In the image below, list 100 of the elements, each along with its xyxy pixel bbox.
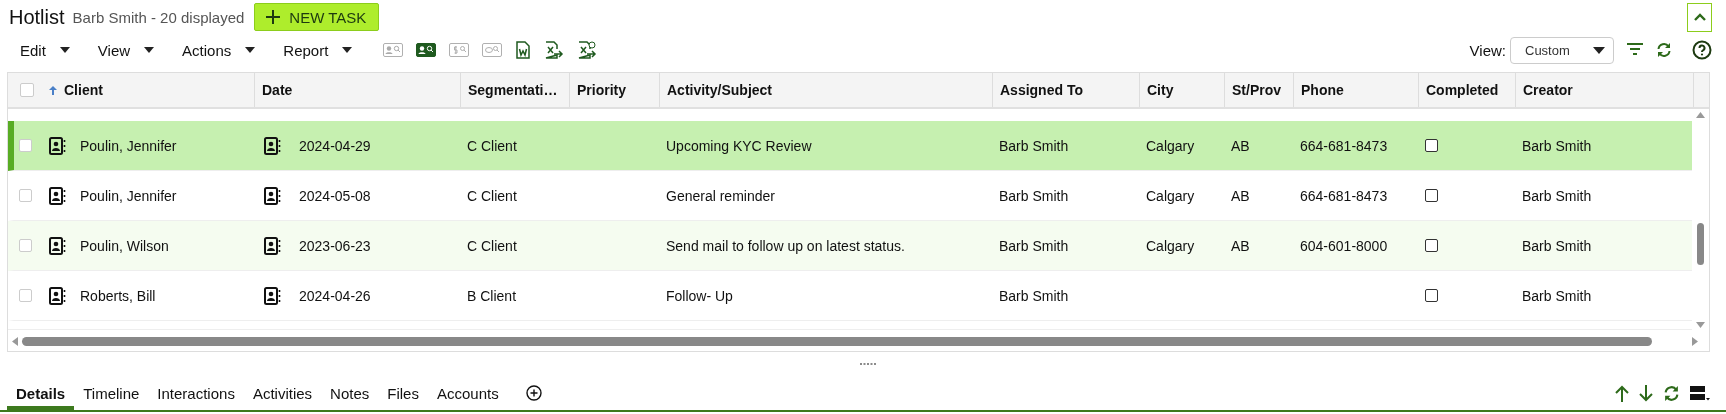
table-cell: Calgary — [1146, 187, 1195, 204]
new-task-button[interactable]: NEW TASK — [254, 3, 380, 31]
tab[interactable]: Activities — [243, 376, 322, 410]
caret-icon — [144, 47, 155, 53]
row-checkbox[interactable] — [19, 239, 32, 252]
add-tab-icon[interactable] — [525, 385, 542, 401]
client-name[interactable]: Poulin, Wilson — [80, 237, 169, 254]
table-cell: General reminder — [666, 187, 775, 204]
scroll-up-icon[interactable] — [1696, 112, 1705, 118]
menu-button[interactable]: View — [87, 41, 165, 59]
client-name[interactable]: Poulin, Jennifer — [80, 137, 177, 154]
column-header[interactable]: Completed — [1419, 73, 1516, 107]
menu-button[interactable]: Edit — [10, 41, 80, 59]
table-cell: 664-681-8473 — [1300, 137, 1388, 154]
chevron-up-icon — [1692, 12, 1707, 22]
caret-icon — [342, 47, 353, 53]
column-header[interactable]: Assigned To — [993, 73, 1140, 107]
table-cell: C Client — [467, 187, 517, 204]
collapse-button[interactable] — [1687, 2, 1712, 32]
refresh-icon[interactable] — [1656, 42, 1672, 58]
contact-card-icon[interactable] — [264, 186, 281, 205]
column-header[interactable]: Creator — [1516, 73, 1694, 107]
tab[interactable]: Notes — [321, 376, 379, 410]
column-header[interactable]: St/Prov — [1225, 73, 1294, 107]
layout-icon[interactable] — [1690, 385, 1710, 401]
table-cell: Barb Smith — [999, 287, 1069, 304]
select-all-checkbox[interactable] — [20, 83, 34, 97]
table-cell: Calgary — [1146, 237, 1195, 254]
help-icon[interactable] — [1692, 40, 1712, 60]
table-cell: AB — [1231, 137, 1250, 154]
row-checkbox[interactable] — [19, 189, 32, 202]
table-cell: 2024-04-26 — [299, 287, 371, 304]
table-cell: 664-681-8473 — [1300, 187, 1388, 204]
table-cell: C Client — [467, 237, 517, 254]
table-cell: 2023-06-23 — [299, 237, 371, 254]
splitter-handle-icon[interactable] — [860, 362, 876, 366]
caret-icon — [59, 47, 70, 53]
column-header[interactable]: Priority — [570, 73, 660, 107]
scroll-thumb[interactable] — [1697, 223, 1704, 265]
row-checkbox[interactable] — [19, 289, 32, 302]
view-label: View: — [1469, 41, 1506, 59]
tab[interactable]: Files — [378, 376, 428, 410]
plus-icon — [265, 9, 282, 25]
column-header[interactable]: Segmentati… — [461, 73, 570, 107]
caret-icon — [1593, 46, 1605, 54]
table-cell: AB — [1231, 237, 1250, 254]
table-cell: Barb Smith — [1522, 137, 1592, 154]
scroll-right-icon[interactable] — [1692, 336, 1698, 346]
refresh-icon[interactable] — [1663, 384, 1680, 402]
table-cell: B Client — [467, 287, 517, 304]
up-arrow-icon[interactable] — [1615, 384, 1629, 402]
table-cell: Barb Smith — [1522, 187, 1592, 204]
filter-icon[interactable] — [1626, 42, 1644, 58]
completed-checkbox[interactable] — [1425, 289, 1438, 302]
table-cell: 2024-05-08 — [299, 187, 371, 204]
client-name[interactable]: Roberts, Bill — [80, 287, 156, 304]
spreadsheet-export-icon[interactable] — [544, 41, 565, 59]
contact-card-icon[interactable] — [264, 236, 281, 255]
tab[interactable]: Interactions — [148, 376, 244, 410]
contact-card-icon[interactable] — [49, 286, 66, 305]
column-header[interactable]: Client — [8, 73, 255, 107]
tab[interactable]: Details — [7, 376, 75, 410]
table-cell: 2024-04-29 — [299, 137, 371, 154]
table-cell: Barb Smith — [999, 137, 1069, 154]
table-cell: C Client — [467, 137, 517, 154]
table-cell: AB — [1231, 187, 1250, 204]
word-document-icon[interactable] — [515, 41, 532, 59]
menu-button[interactable]: Actions — [172, 41, 266, 59]
completed-checkbox[interactable] — [1425, 239, 1438, 252]
contact-card-icon[interactable] — [264, 286, 281, 305]
contact-card-icon[interactable] — [264, 136, 281, 155]
table-row[interactable]: Poulin, Wilson 2023-06-23 C Client Send mail to follow up on latest status. Barb Smith Calgary AB 604-601-8000 Barb Smith — [8, 221, 1692, 271]
column-header[interactable]: City — [1140, 73, 1225, 107]
column-header[interactable]: Activity/Subject — [660, 73, 993, 107]
contact-card-icon[interactable] — [49, 236, 66, 255]
contact-card-icon[interactable] — [49, 186, 66, 205]
view-select[interactable]: Custom — [1510, 36, 1614, 64]
table-cell: 604-601-8000 — [1300, 237, 1388, 254]
down-arrow-icon[interactable] — [1639, 384, 1653, 402]
table-cell: Barb Smith — [999, 237, 1069, 254]
scroll-thumb[interactable] — [22, 336, 1652, 346]
scroll-left-icon[interactable] — [12, 336, 18, 346]
caret-icon — [245, 47, 256, 53]
scroll-down-icon[interactable] — [1696, 322, 1705, 328]
table-cell: Barb Smith — [1522, 287, 1592, 304]
contact-card-icon[interactable] — [49, 136, 66, 155]
completed-checkbox[interactable] — [1425, 189, 1438, 202]
tab[interactable]: Timeline — [74, 376, 149, 410]
contact-search-icon[interactable] — [416, 43, 437, 57]
column-header[interactable]: Phone — [1294, 73, 1419, 107]
table-cell: Send mail to follow up on latest status. — [666, 237, 905, 254]
table-row[interactable]: Poulin, Jennifer 2024-04-29 C Client Upcoming KYC Review Barb Smith Calgary AB 664-681-8473 Barb Smith — [8, 121, 1692, 171]
completed-checkbox[interactable] — [1425, 139, 1438, 152]
table-cell: Upcoming KYC Review — [666, 137, 812, 154]
spreadsheet-add-icon[interactable] — [577, 41, 598, 59]
column-header[interactable]: Date — [255, 73, 461, 107]
tab[interactable]: Accounts — [427, 376, 508, 410]
client-name[interactable]: Poulin, Jennifer — [80, 187, 177, 204]
row-checkbox[interactable] — [19, 139, 32, 152]
menu-button[interactable]: Report — [273, 41, 363, 59]
